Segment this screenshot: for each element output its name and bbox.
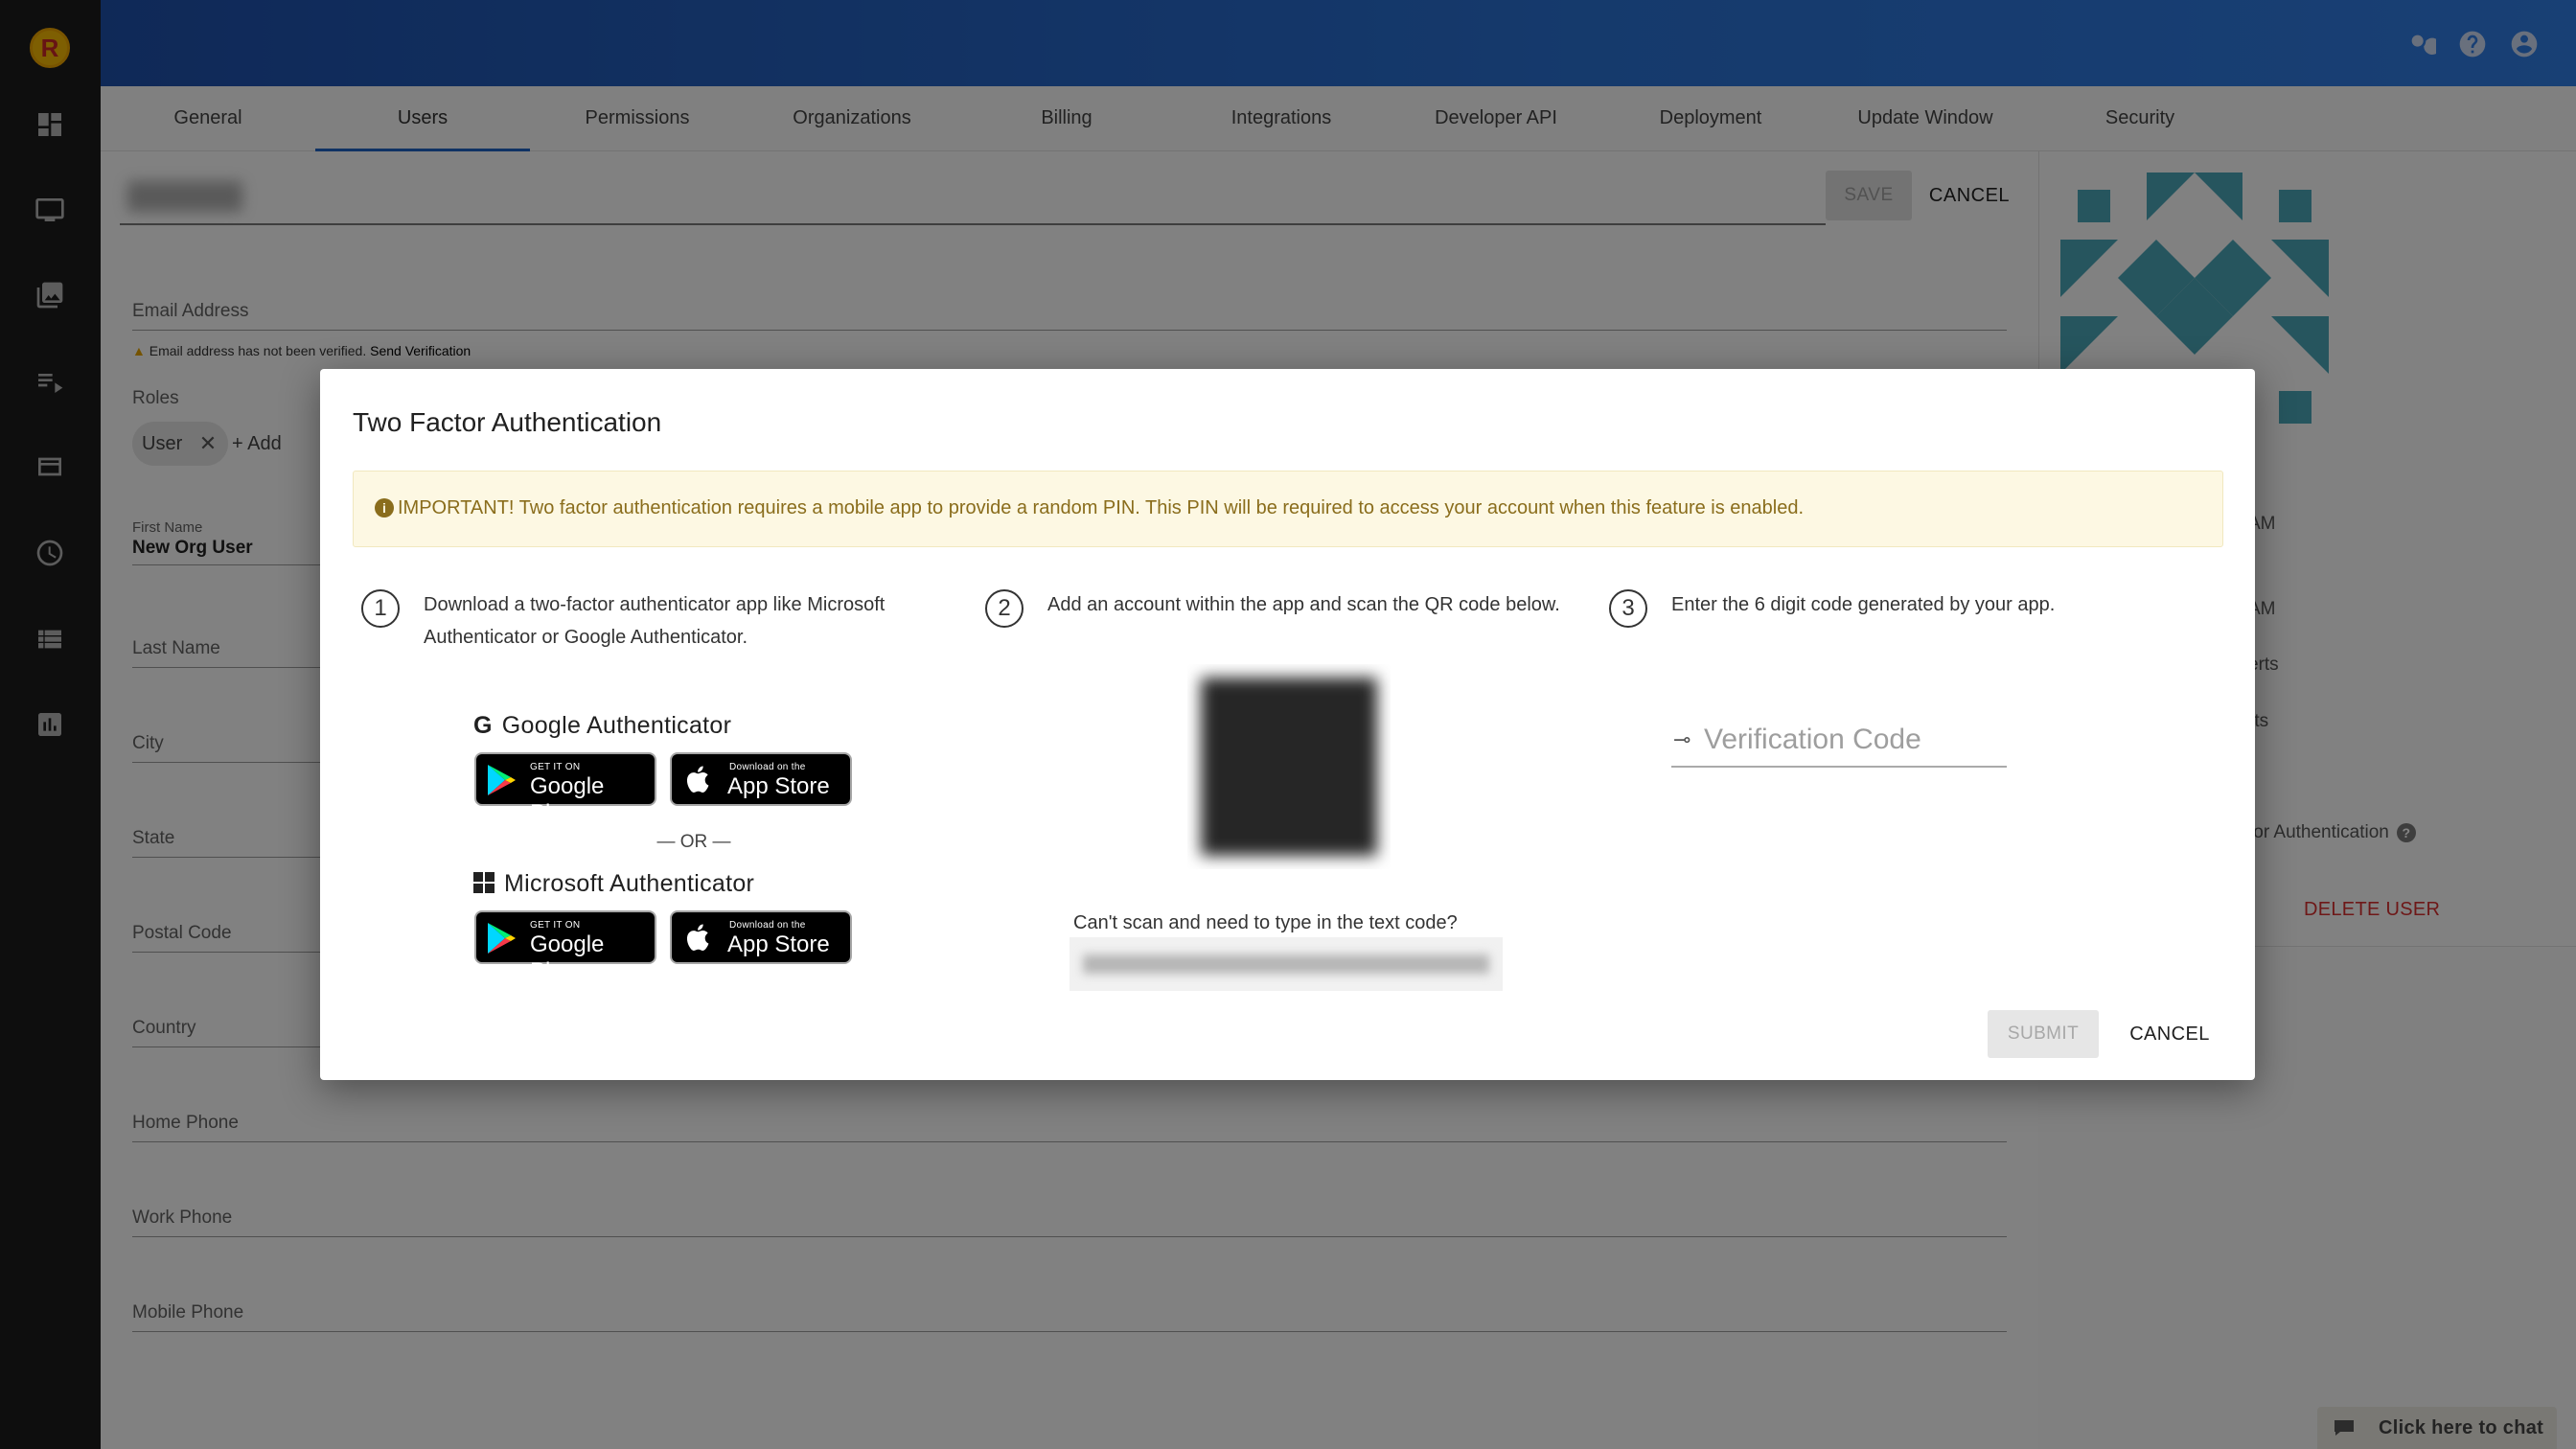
apple-icon [686, 766, 709, 793]
info-icon: i [375, 498, 394, 518]
app-store-badge-google[interactable]: Download on the App Store [670, 752, 852, 806]
apple-icon [686, 924, 709, 951]
google-play-badge-microsoft[interactable]: GET IT ON Google Play [474, 910, 656, 984]
gp-big-text: Google Play [530, 773, 605, 826]
as-big-text: App Store [727, 773, 830, 799]
important-alert: i IMPORTANT! Two factor authentication r… [353, 471, 2223, 547]
step-2-number: 2 [985, 589, 1024, 628]
step-1-line-2: Authenticator or Google Authenticator. [424, 627, 748, 648]
google-authenticator-label: Google Authenticator [501, 712, 732, 739]
google-play-icon [488, 923, 516, 954]
microsoft-authenticator-label: Microsoft Authenticator [504, 870, 755, 897]
step-3-text: Enter the 6 digit code generated by your… [1671, 594, 2056, 615]
text-code-blurred [1083, 954, 1489, 974]
submit-button[interactable]: SUBMIT [1988, 1010, 2099, 1058]
key-icon: ⊸ [1673, 727, 1691, 751]
microsoft-authenticator-title: Microsoft Authenticator [473, 870, 754, 898]
qr-code-blurred [1201, 678, 1377, 856]
dialog-title: Two Factor Authentication [353, 407, 662, 437]
gp-small-text: GET IT ON [530, 762, 581, 772]
step-1-number: 1 [361, 589, 400, 628]
microsoft-icon [473, 872, 494, 893]
gp-small-text: GET IT ON [530, 920, 581, 931]
text-code-field[interactable] [1070, 937, 1503, 991]
google-icon: G [473, 712, 493, 739]
app-store-badge-microsoft[interactable]: Download on the App Store [670, 910, 852, 964]
step-2-text: Add an account within the app and scan t… [1047, 594, 1560, 615]
alert-text: IMPORTANT! Two factor authentication req… [398, 497, 1805, 518]
gp-big-text: Google Play [530, 932, 605, 984]
google-play-badge-google[interactable]: GET IT ON Google Play [474, 752, 656, 826]
cant-scan-text: Can't scan and need to type in the text … [1073, 912, 1458, 933]
as-big-text: App Store [727, 932, 830, 957]
google-authenticator-title: G Google Authenticator [473, 712, 731, 740]
or-separator: — OR — [656, 832, 731, 852]
verification-code-input[interactable]: ⊸ Verification Code [1671, 712, 2007, 768]
step-1-line-1: Download a two-factor authenticator app … [424, 594, 886, 615]
step-3-number: 3 [1609, 589, 1647, 628]
as-small-text: Download on the [729, 920, 806, 931]
google-play-icon [488, 765, 516, 795]
dialog-cancel-button[interactable]: CANCEL [2112, 1010, 2227, 1058]
qr-code [1187, 664, 1391, 869]
verification-code-placeholder: Verification Code [1704, 724, 1921, 755]
step-1-text: Download a two-factor authenticator app … [424, 588, 885, 654]
as-small-text: Download on the [729, 762, 806, 772]
two-factor-dialog: Two Factor Authentication i IMPORTANT! T… [320, 369, 2255, 1080]
